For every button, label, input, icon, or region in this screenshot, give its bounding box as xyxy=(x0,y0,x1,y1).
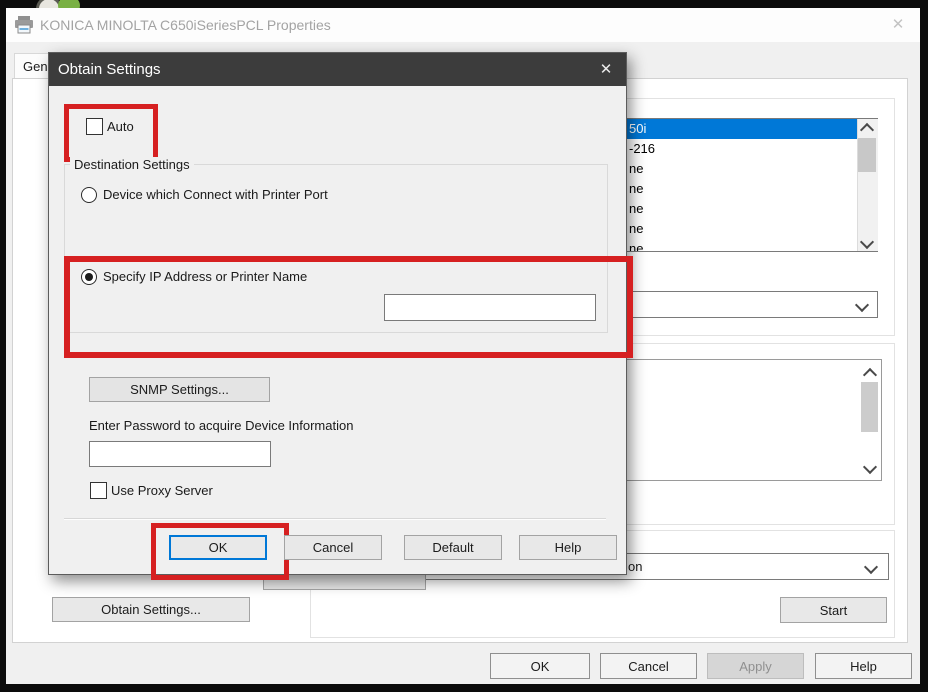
scrollbar-thumb[interactable] xyxy=(861,382,878,432)
footer-apply-button: Apply xyxy=(707,653,804,679)
proxy-checkbox-label[interactable]: Use Proxy Server xyxy=(111,482,213,499)
scrollbar-thumb[interactable] xyxy=(858,138,876,172)
radio-specify-ip[interactable] xyxy=(81,269,97,285)
footer-cancel-button[interactable]: Cancel xyxy=(600,653,697,679)
ip-address-input[interactable] xyxy=(384,294,596,321)
radio-specify-ip-label[interactable]: Specify IP Address or Printer Name xyxy=(103,269,307,285)
printer-icon xyxy=(14,15,34,39)
proxy-checkbox[interactable] xyxy=(90,482,107,499)
config-combobox-value: on xyxy=(628,553,642,580)
hidden-button-sliver[interactable] xyxy=(263,575,426,590)
dialog-title: Obtain Settings xyxy=(58,53,161,86)
footer-ok-button[interactable]: OK xyxy=(490,653,590,679)
scroll-down-icon[interactable] xyxy=(861,460,879,476)
window-close-icon[interactable]: ✕ xyxy=(882,13,914,37)
dialog-ok-button[interactable]: OK xyxy=(169,535,267,560)
divider xyxy=(64,518,606,520)
auto-checkbox[interactable] xyxy=(86,118,103,135)
scroll-up-icon[interactable] xyxy=(857,119,877,136)
radio-printer-port[interactable] xyxy=(81,187,97,203)
dialog-default-button[interactable]: Default xyxy=(404,535,502,560)
window-titlebar[interactable]: KONICA MINOLTA C650iSeriesPCL Properties… xyxy=(6,8,920,42)
radio-printer-port-label[interactable]: Device which Connect with Printer Port xyxy=(103,187,328,203)
snmp-settings-button[interactable]: SNMP Settings... xyxy=(89,377,270,402)
dialog-help-button[interactable]: Help xyxy=(519,535,617,560)
obtain-settings-button[interactable]: Obtain Settings... xyxy=(52,597,250,622)
obtain-settings-dialog: Obtain Settings ✕ Auto Destination Setti… xyxy=(48,52,627,575)
dialog-cancel-button[interactable]: Cancel xyxy=(284,535,382,560)
footer-help-button[interactable]: Help xyxy=(815,653,912,679)
dialog-close-icon[interactable]: ✕ xyxy=(586,53,626,86)
window-title: KONICA MINOLTA C650iSeriesPCL Properties xyxy=(40,8,331,42)
auto-checkbox-label[interactable]: Auto xyxy=(107,118,134,135)
destination-settings-label: Destination Settings xyxy=(70,157,194,172)
scroll-up-icon[interactable] xyxy=(861,364,879,380)
dialog-titlebar[interactable]: Obtain Settings ✕ xyxy=(49,53,626,86)
password-input[interactable] xyxy=(89,441,271,467)
scroll-down-icon[interactable] xyxy=(857,234,877,251)
start-button[interactable]: Start xyxy=(780,597,887,623)
password-label: Enter Password to acquire Device Informa… xyxy=(89,418,353,433)
